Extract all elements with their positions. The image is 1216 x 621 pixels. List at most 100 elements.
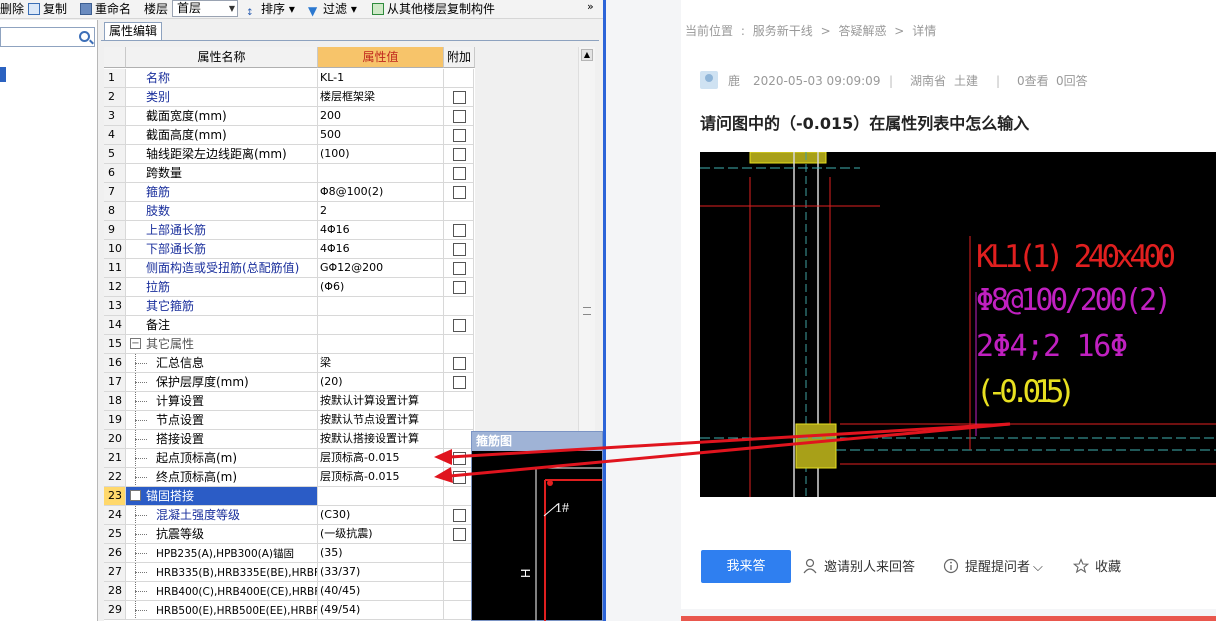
append-checkbox[interactable] — [453, 129, 466, 142]
toolbar-overflow-icon[interactable]: » — [587, 0, 594, 13]
search-icon[interactable] — [79, 31, 90, 42]
append-checkbox[interactable] — [453, 509, 466, 522]
property-name[interactable]: HPB235(A),HPB300(A)锚固 — [126, 544, 318, 563]
property-row[interactable]: 17 保护层厚度(mm) (20) — [104, 373, 475, 392]
property-value[interactable]: 2 — [318, 202, 444, 221]
property-row[interactable]: 23− 锚固搭接 — [104, 487, 475, 506]
property-row[interactable]: 11 侧面构造或受扭筋(总配筋值) GΦ12@200 — [104, 259, 475, 278]
property-value[interactable]: (33/37) — [318, 563, 444, 582]
property-row[interactable]: 22 终点顶标高(m) 层顶标高-0.015 — [104, 468, 475, 487]
property-value[interactable]: 楼层框架梁 — [318, 88, 444, 107]
favorite-button[interactable]: 收藏 — [1072, 558, 1121, 576]
property-value[interactable] — [318, 316, 444, 335]
property-row[interactable]: 21 起点顶标高(m) 层顶标高-0.015 — [104, 449, 475, 468]
delete-button[interactable]: 删除 — [0, 1, 24, 17]
property-row[interactable]: 19 节点设置 按默认节点设置计算 — [104, 411, 475, 430]
append-checkbox[interactable] — [453, 167, 466, 180]
property-name[interactable]: 轴线距梁左边线距离(mm) — [126, 145, 318, 164]
property-value[interactable]: 按默认搭接设置计算 — [318, 430, 444, 449]
property-value[interactable] — [318, 487, 444, 506]
property-value[interactable]: KL-1 — [318, 69, 444, 88]
property-row[interactable]: 16 汇总信息梁 — [104, 354, 475, 373]
property-value[interactable]: 500 — [318, 126, 444, 145]
property-value[interactable]: 层顶标高-0.015 — [318, 468, 444, 487]
property-name[interactable]: 抗震等级 — [126, 525, 318, 544]
append-checkbox[interactable] — [453, 243, 466, 256]
property-value[interactable]: (Φ6) — [318, 278, 444, 297]
property-name[interactable]: 侧面构造或受扭筋(总配筋值) — [126, 259, 318, 278]
property-name[interactable]: 上部通长筋 — [126, 221, 318, 240]
append-checkbox[interactable] — [453, 376, 466, 389]
stirrup-diagram-window[interactable]: 箍筋图 1# H — [471, 431, 603, 621]
property-name[interactable]: 节点设置 — [126, 411, 318, 430]
property-row[interactable]: 15− 其它属性 — [104, 335, 475, 354]
property-row[interactable]: 25 抗震等级 (一级抗震) — [104, 525, 475, 544]
grid-header-extra[interactable]: 附加 — [444, 47, 475, 68]
property-value[interactable]: 梁 — [318, 354, 444, 373]
collapse-icon[interactable]: − — [130, 490, 141, 501]
property-name[interactable]: 搭接设置 — [126, 430, 318, 449]
append-checkbox[interactable] — [453, 452, 466, 465]
append-checkbox[interactable] — [453, 91, 466, 104]
append-checkbox[interactable] — [453, 281, 466, 294]
property-name[interactable]: 截面宽度(mm) — [126, 107, 318, 126]
property-name[interactable]: 跨数量 — [126, 164, 318, 183]
property-value[interactable] — [318, 297, 444, 316]
property-value[interactable]: 按默认节点设置计算 — [318, 411, 444, 430]
property-row[interactable]: 6 跨数量 — [104, 164, 475, 183]
property-name[interactable]: 汇总信息 — [126, 354, 318, 373]
property-name[interactable]: 终点顶标高(m) — [126, 468, 318, 487]
grid-header-value[interactable]: 属性值 — [318, 47, 444, 68]
property-row[interactable]: 20 搭接设置 按默认搭接设置计算 — [104, 430, 475, 449]
rename-button[interactable]: 重命名 — [80, 1, 131, 17]
cad-drawing-image[interactable]: KL1(1) 240x400 Φ8@100/200(2) 2Φ4;2 16Φ (… — [700, 152, 1216, 497]
component-search-input[interactable] — [0, 27, 95, 47]
property-name[interactable]: 下部通长筋 — [126, 240, 318, 259]
invite-answer-button[interactable]: 邀请别人来回答 — [802, 558, 915, 576]
grid-header-name[interactable]: 属性名称 — [126, 47, 318, 68]
property-row[interactable]: 26 HPB235(A),HPB300(A)锚固 (35) — [104, 544, 475, 563]
property-value[interactable]: (40/45) — [318, 582, 444, 601]
property-name[interactable]: 箍筋 — [126, 183, 318, 202]
append-checkbox[interactable] — [453, 110, 466, 123]
property-row[interactable]: 9 上部通长筋 4Φ16 — [104, 221, 475, 240]
property-value[interactable] — [318, 164, 444, 183]
property-name[interactable]: − 锚固搭接 — [126, 487, 318, 506]
property-name[interactable]: − 其它属性 — [126, 335, 318, 354]
property-value[interactable]: (C30) — [318, 506, 444, 525]
property-value[interactable]: (49/54) — [318, 601, 444, 620]
property-row[interactable]: 18 计算设置 按默认计算设置计算 — [104, 392, 475, 411]
append-checkbox[interactable] — [453, 528, 466, 541]
property-name[interactable]: 拉筋 — [126, 278, 318, 297]
property-row[interactable]: 12 拉筋 (Φ6) — [104, 278, 475, 297]
property-value[interactable]: (35) — [318, 544, 444, 563]
property-value[interactable]: 200 — [318, 107, 444, 126]
append-checkbox[interactable] — [453, 148, 466, 161]
collapse-icon[interactable]: − — [130, 338, 141, 349]
append-checkbox[interactable] — [453, 357, 466, 370]
property-name[interactable]: 备注 — [126, 316, 318, 335]
avatar[interactable] — [700, 71, 718, 89]
property-value[interactable]: (100) — [318, 145, 444, 164]
filter-button[interactable]: ▼ 过滤 ▾ — [308, 1, 357, 18]
scroll-up-icon[interactable]: ▲ — [581, 49, 593, 61]
copy-from-floor-button[interactable]: 从其他楼层复制构件 — [372, 1, 495, 17]
tab-property-edit[interactable]: 属性编辑 — [104, 22, 162, 41]
author-name[interactable]: 鹿 — [728, 72, 740, 90]
property-row[interactable]: 24 混凝土强度等级 (C30) — [104, 506, 475, 525]
property-row[interactable]: 2 类别 楼层框架梁 — [104, 88, 475, 107]
property-row[interactable]: 3 截面宽度(mm) 200 — [104, 107, 475, 126]
property-value[interactable]: 按默认计算设置计算 — [318, 392, 444, 411]
property-name[interactable]: 类别 — [126, 88, 318, 107]
property-row[interactable]: 27 HRB335(B),HRB335E(BE),HRBF (33/37) — [104, 563, 475, 582]
property-name[interactable]: 起点顶标高(m) — [126, 449, 318, 468]
append-checkbox[interactable] — [453, 471, 466, 484]
property-row[interactable]: 8 肢数 2 — [104, 202, 475, 221]
property-name[interactable]: 名称 — [126, 69, 318, 88]
property-row[interactable]: 1 名称 KL-1 — [104, 69, 475, 88]
property-name[interactable]: HRB500(E),HRB500E(EE),HRBF — [126, 601, 318, 620]
property-value[interactable] — [318, 335, 444, 354]
property-name[interactable]: 计算设置 — [126, 392, 318, 411]
property-row[interactable]: 4 截面高度(mm) 500 — [104, 126, 475, 145]
property-name[interactable]: 肢数 — [126, 202, 318, 221]
